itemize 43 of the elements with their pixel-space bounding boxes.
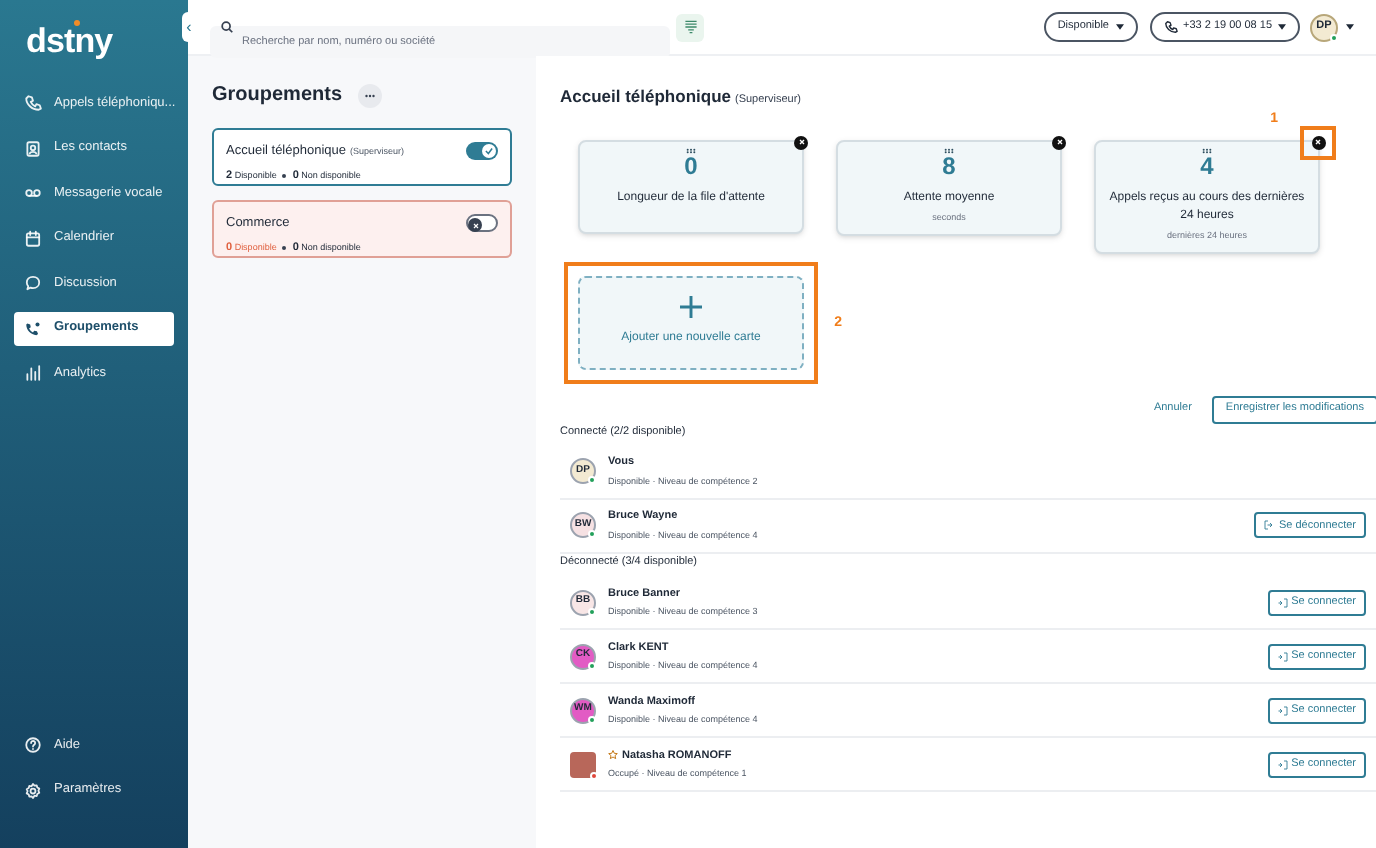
close-icon xyxy=(797,138,805,147)
logo: dstny xyxy=(26,28,113,54)
toggle-switch[interactable] xyxy=(466,214,498,233)
drag-handle-icon xyxy=(1202,147,1212,154)
phone-icon xyxy=(24,94,42,113)
keypad-button[interactable] xyxy=(676,13,704,41)
login-icon xyxy=(1277,759,1288,769)
caret-icon xyxy=(1278,24,1286,30)
x-icon xyxy=(471,221,479,230)
logout-icon xyxy=(1264,520,1275,531)
stat-value: 4 xyxy=(1200,153,1214,178)
help-icon xyxy=(24,736,42,755)
keypad-icon xyxy=(683,20,697,34)
close-icon xyxy=(1055,138,1063,147)
bar-chart-icon xyxy=(24,364,42,383)
caret-icon xyxy=(1115,24,1123,30)
close-icon xyxy=(1314,138,1322,147)
close-button[interactable] xyxy=(794,135,808,150)
check-icon xyxy=(484,146,494,157)
more-button[interactable] xyxy=(358,83,383,107)
drag-handle-icon xyxy=(686,147,696,154)
detail-title: Accueil téléphonique xyxy=(560,84,731,110)
panel-title: Groupements xyxy=(212,82,343,110)
close-button[interactable] xyxy=(1052,135,1066,150)
toggle-switch[interactable] xyxy=(466,142,498,161)
caret-icon xyxy=(1346,24,1354,30)
chat-bubble-icon xyxy=(24,274,42,293)
login-icon xyxy=(1277,651,1288,661)
close-button[interactable] xyxy=(1311,135,1325,150)
login-icon xyxy=(1277,597,1288,607)
search-icon xyxy=(220,20,234,34)
voicemail-icon xyxy=(24,184,42,203)
contact-card-icon xyxy=(24,139,42,158)
stat-value: 8 xyxy=(942,153,956,178)
phone-icon xyxy=(1163,20,1177,34)
stat-value: 0 xyxy=(684,153,698,178)
calendar-icon xyxy=(24,229,42,248)
drag-handle-icon xyxy=(944,147,954,154)
plus-icon xyxy=(680,296,702,318)
collapse-button[interactable]: ‹ xyxy=(182,12,196,42)
phone-group-icon xyxy=(24,319,42,338)
settings-icon xyxy=(24,781,42,800)
login-icon xyxy=(1277,705,1288,715)
